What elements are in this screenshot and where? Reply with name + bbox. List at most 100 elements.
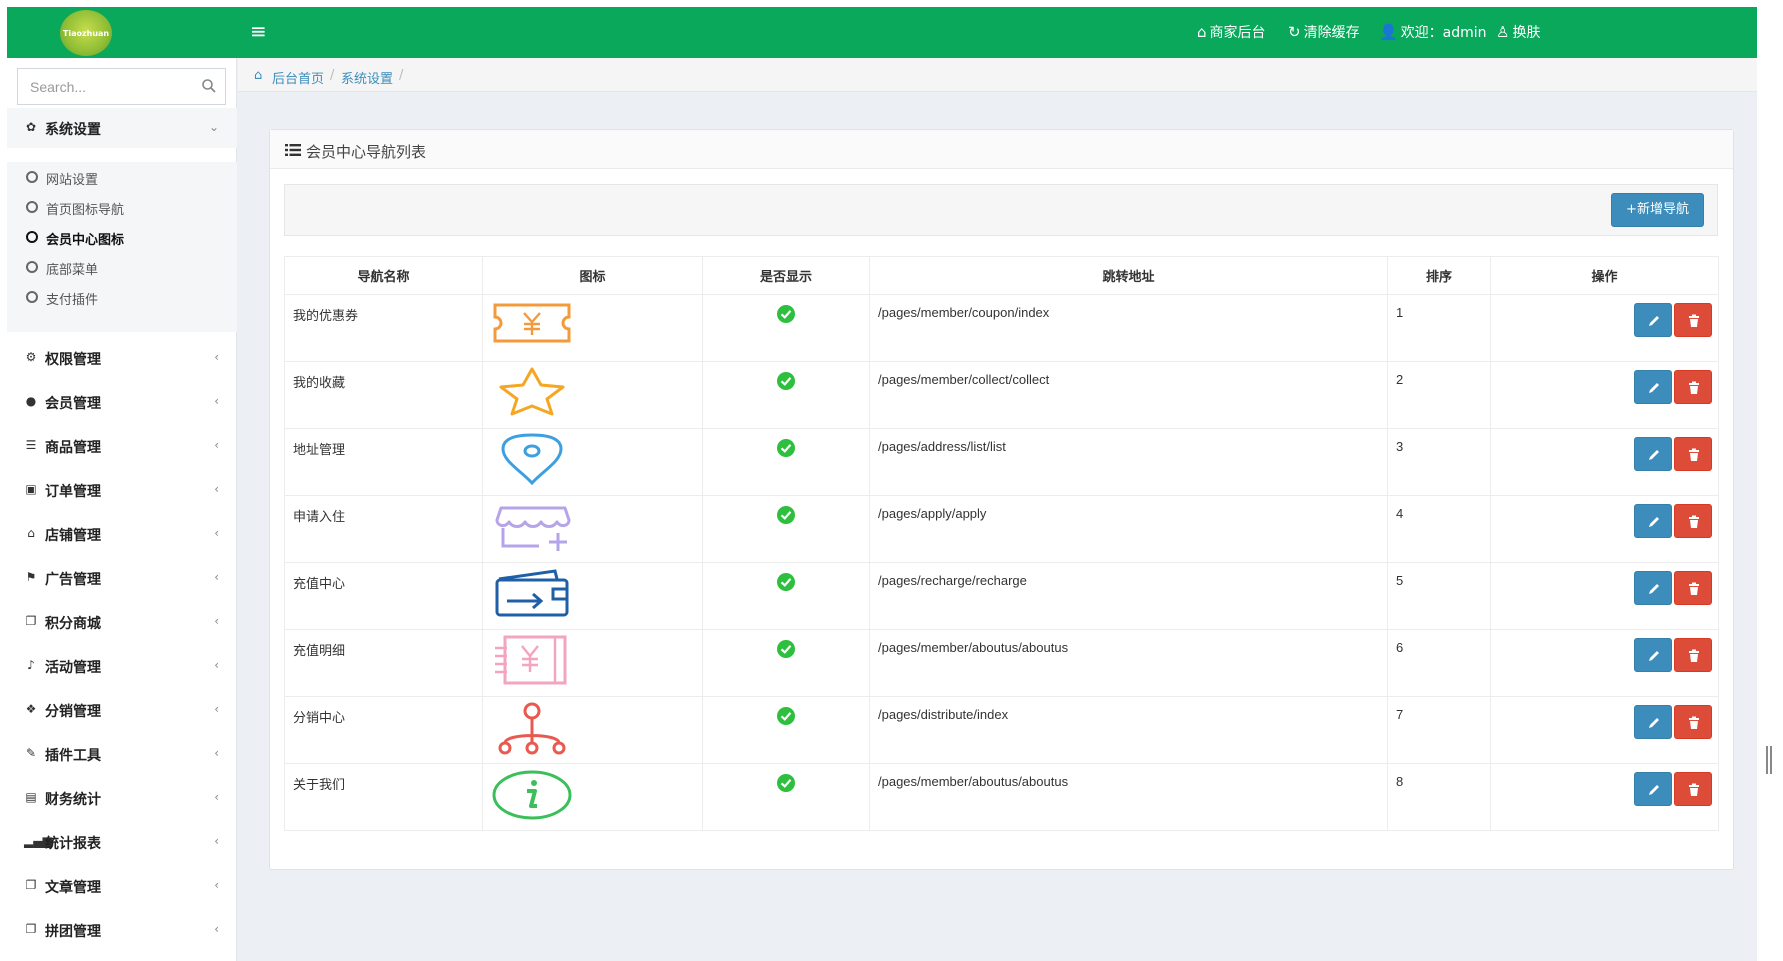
sidebar-group-permissions[interactable]: ⚙ 权限管理 ‹: [7, 338, 237, 378]
nav-url: /pages/member/coupon/index: [869, 294, 1388, 362]
nav-sort: 2: [1387, 361, 1491, 429]
breadcrumb-home[interactable]: 后台首页: [272, 68, 324, 87]
sidebar-item-bottom-menu[interactable]: 底部菜单: [7, 252, 237, 282]
circle-icon: [26, 231, 38, 243]
delete-button[interactable]: [1674, 705, 1712, 739]
sidebar-group-group-buy[interactable]: ❐ 拼团管理 ‹: [7, 910, 237, 950]
user-welcome-link[interactable]: 👤 欢迎：admin: [1379, 23, 1487, 42]
sidebar-group-articles[interactable]: ❐ 文章管理 ‹: [7, 866, 237, 906]
flag-icon: ⚑: [25, 570, 37, 584]
sidebar-item-label: 会员中心图标: [46, 233, 125, 248]
user-icon: ●: [25, 394, 37, 408]
pencil-icon: [1649, 718, 1659, 728]
table-row: 地址管理 /pages/address/list/list 3: [284, 428, 1719, 496]
chevron-down-icon: ⌄: [208, 120, 219, 134]
nav-url: /pages/recharge/recharge: [869, 562, 1388, 630]
table-row: 充值明细 /pages/member/aboutus/aboutus 6: [284, 629, 1719, 697]
edit-button[interactable]: [1634, 504, 1672, 538]
circle-icon: [26, 171, 38, 183]
chevron-left-icon: ‹: [214, 658, 219, 672]
pencil-icon: [1649, 584, 1659, 594]
chevron-left-icon: ‹: [214, 526, 219, 540]
edit-button[interactable]: [1634, 772, 1672, 806]
edit-button[interactable]: [1634, 571, 1672, 605]
sidebar-group-label: 财务统计: [45, 792, 101, 808]
logo-text: Tiaozhuan: [62, 28, 110, 38]
sidebar-group-label: 拼团管理: [45, 924, 101, 940]
trash-icon: [1689, 381, 1699, 394]
sidebar-group-distribution[interactable]: ❖ 分销管理 ‹: [7, 690, 237, 730]
table-row: 我的优惠券 /pages/member/coupon/index 1: [284, 294, 1719, 362]
sidebar-group-stores[interactable]: ⌂ 店铺管理 ‹: [7, 514, 237, 554]
top-navbar: Tiaozhuan ≡ ⌂ 商家后台 ↻ 清除缓存 👤 欢迎：admin ♙ 换肤: [7, 7, 1757, 58]
info-icon: [492, 770, 572, 820]
nav-name: 充值中心: [284, 562, 483, 630]
sidebar-group-points-mall[interactable]: ❐ 积分商城 ‹: [7, 602, 237, 642]
nav-name: 分销中心: [284, 696, 483, 764]
change-skin-link[interactable]: ♙ 换肤: [1496, 23, 1540, 42]
check-circle-icon: [777, 506, 795, 524]
merchant-backend-link[interactable]: ⌂ 商家后台: [1197, 23, 1266, 42]
sidebar-group-label: 统计报表: [45, 836, 101, 852]
sidebar-group-finance[interactable]: ▤ 财务统计 ‹: [7, 778, 237, 818]
breadcrumb: ⌂ 后台首页 / 系统设置 /: [238, 58, 1757, 92]
change-skin-label: 换肤: [1512, 25, 1541, 41]
circle-icon: [26, 261, 38, 273]
menu-toggle-icon[interactable]: ≡: [250, 21, 267, 41]
col-header-url: 跳转地址: [869, 256, 1388, 295]
sidebar-group-orders[interactable]: ▣ 订单管理 ‹: [7, 470, 237, 510]
list-icon: ☰: [25, 438, 37, 452]
resize-handle[interactable]: [1766, 746, 1772, 774]
nav-sort: 5: [1387, 562, 1491, 630]
trash-icon: [1689, 448, 1699, 461]
sidebar-group-activities[interactable]: ♪ 活动管理 ‹: [7, 646, 237, 686]
delete-button[interactable]: [1674, 303, 1712, 337]
delete-button[interactable]: [1674, 370, 1712, 404]
delete-button[interactable]: [1674, 772, 1712, 806]
nav-sort: 8: [1387, 763, 1491, 831]
pencil-icon: [1649, 785, 1659, 795]
sidebar-item-payment-plugins[interactable]: 支付插件: [7, 282, 237, 312]
sidebar-group-system-settings[interactable]: ✿ 系统设置 ⌄: [7, 108, 237, 148]
sidebar-group-reports[interactable]: ▂▄▆ 统计报表 ‹: [7, 822, 237, 862]
sidebar-item-member-center-icons[interactable]: 会员中心图标: [7, 222, 237, 252]
trash-icon: [1689, 314, 1699, 327]
add-nav-button[interactable]: +新增导航: [1611, 193, 1704, 227]
search-icon[interactable]: [201, 78, 217, 94]
sidebar-item-home-icon-nav[interactable]: 首页图标导航: [7, 192, 237, 222]
col-header-name: 导航名称: [284, 256, 483, 295]
user-welcome-label: 欢迎：admin: [1400, 25, 1487, 41]
breadcrumb-separator: /: [330, 68, 335, 83]
edit-button[interactable]: [1634, 705, 1672, 739]
circle-icon: [26, 201, 38, 213]
trash-icon: [1689, 716, 1699, 729]
distribution-tree-icon: [498, 702, 566, 755]
clear-cache-link[interactable]: ↻ 清除缓存: [1288, 23, 1360, 42]
delete-button[interactable]: [1674, 638, 1712, 672]
clear-cache-label: 清除缓存: [1303, 25, 1360, 41]
sidebar-group-products[interactable]: ☰ 商品管理 ‹: [7, 426, 237, 466]
edit-button[interactable]: [1634, 303, 1672, 337]
coupon-icon: [493, 303, 571, 343]
table-row: 我的收藏 /pages/member/collect/collect 2: [284, 361, 1719, 429]
refresh-icon: ↻: [1288, 23, 1301, 41]
search-input[interactable]: [18, 69, 198, 104]
edit-button[interactable]: [1634, 437, 1672, 471]
edit-button[interactable]: [1634, 638, 1672, 672]
sidebar-group-ads[interactable]: ⚑ 广告管理 ‹: [7, 558, 237, 598]
delete-button[interactable]: [1674, 571, 1712, 605]
sidebar-item-site-settings[interactable]: 网站设置: [7, 162, 237, 192]
edit-button[interactable]: [1634, 370, 1672, 404]
table-row: 关于我们 /pages/member/aboutus/aboutus 8: [284, 763, 1719, 831]
delete-button[interactable]: [1674, 437, 1712, 471]
sidebar-group-members[interactable]: ● 会员管理 ‹: [7, 382, 237, 422]
breadcrumb-system-settings[interactable]: 系统设置: [341, 68, 393, 87]
sidebar-group-label: 店铺管理: [45, 528, 101, 544]
home-icon: ⌂: [1197, 23, 1207, 41]
logo[interactable]: Tiaozhuan: [60, 10, 112, 56]
sidebar-group-plugin-tools[interactable]: ✎ 插件工具 ‹: [7, 734, 237, 774]
home-icon: ⌂: [27, 526, 35, 540]
nav-name: 充值明细: [284, 629, 483, 697]
delete-button[interactable]: [1674, 504, 1712, 538]
breadcrumb-separator: /: [399, 68, 404, 83]
